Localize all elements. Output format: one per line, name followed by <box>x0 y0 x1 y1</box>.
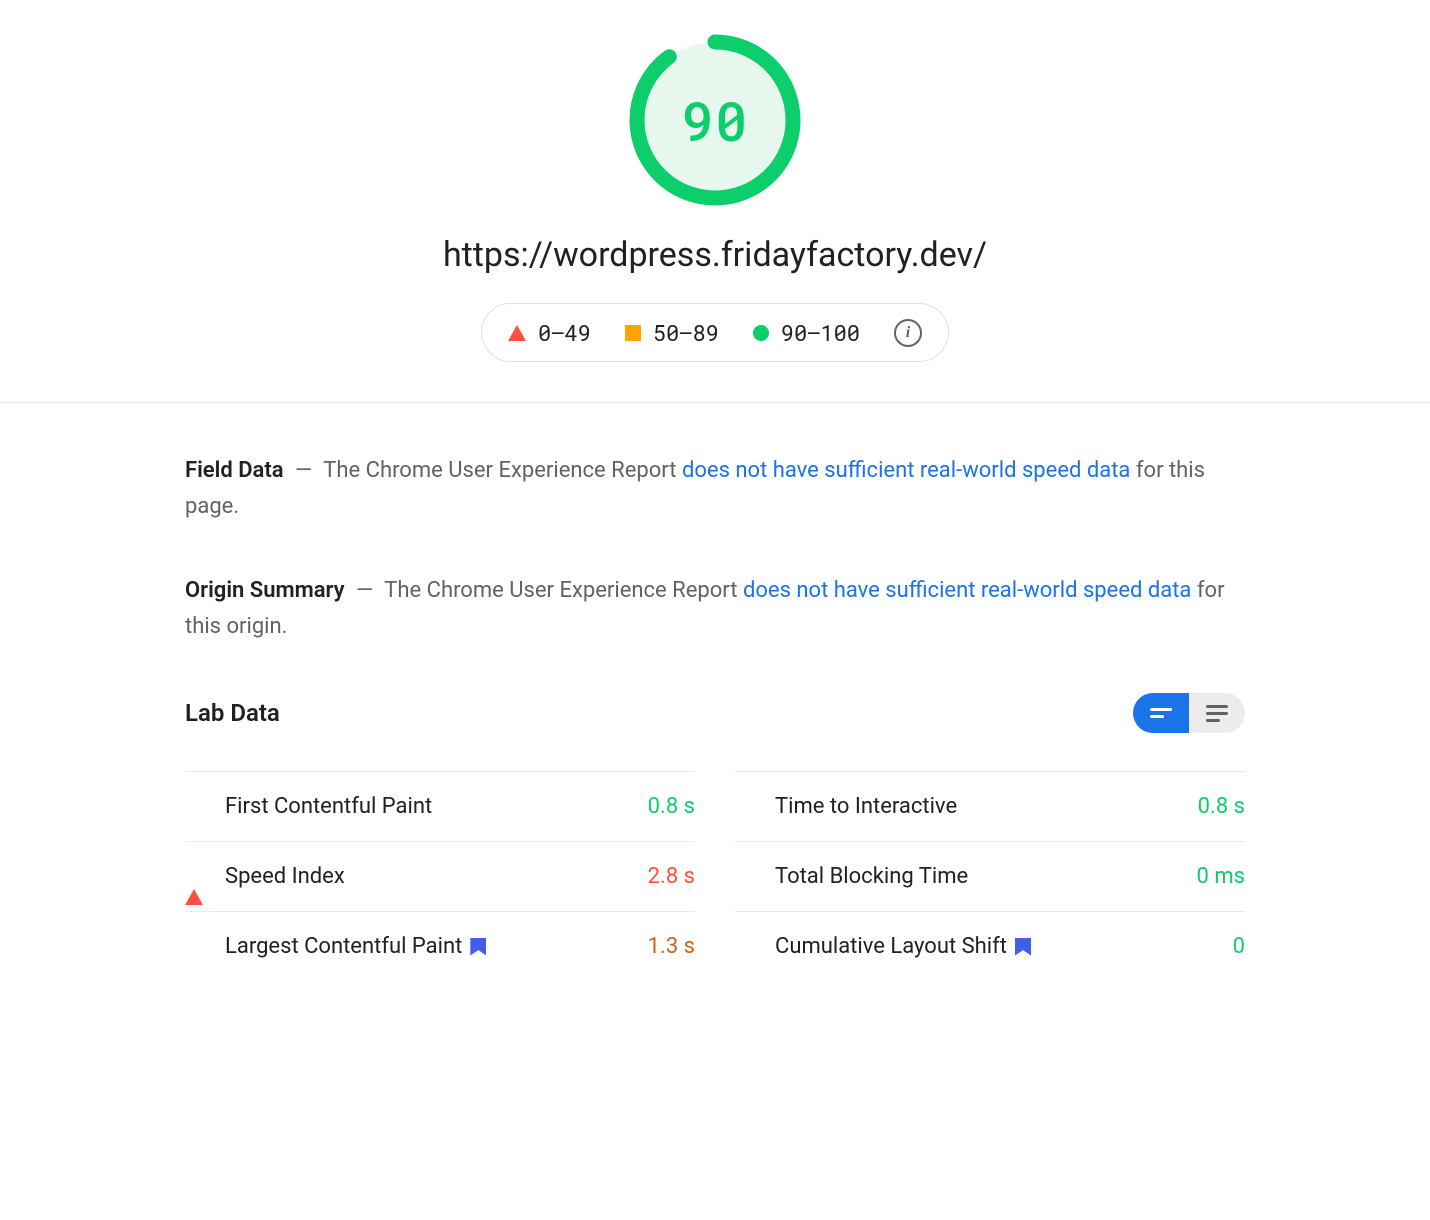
legend-poor: 0–49 <box>508 318 591 347</box>
metric-tti[interactable]: Time to Interactive 0.8 s <box>735 771 1245 841</box>
metric-cls[interactable]: Cumulative Layout Shift 0 <box>735 911 1245 981</box>
performance-gauge: 90 <box>625 30 805 210</box>
field-data-link[interactable]: does not have sufficient real-world spee… <box>682 458 1130 483</box>
metric-tti-value: 0.8 s <box>1198 794 1245 819</box>
field-data-title: Field Data <box>185 458 284 483</box>
origin-summary-link[interactable]: does not have sufficient real-world spee… <box>743 578 1191 603</box>
triangle-icon <box>185 864 203 905</box>
score-legend: 0–49 50–89 90–100 i <box>481 303 949 362</box>
metric-tti-label: Time to Interactive <box>775 794 1198 819</box>
lab-data-title: Lab Data <box>185 699 280 727</box>
score-header: 90 https://wordpress.fridayfactory.dev/ … <box>0 0 1430 403</box>
metric-si[interactable]: Speed Index 2.8 s <box>185 841 695 911</box>
view-toggle-expanded[interactable] <box>1189 693 1245 733</box>
audited-url: https://wordpress.fridayfactory.dev/ <box>0 235 1430 275</box>
list-icon <box>1206 705 1228 722</box>
bars-icon <box>1150 708 1172 718</box>
gauge-score-value: 90 <box>682 84 749 156</box>
lab-data-header: Lab Data <box>185 693 1245 733</box>
metric-cls-value: 0 <box>1233 934 1245 959</box>
legend-good-label: 90–100 <box>781 318 860 347</box>
metric-tbt-label: Total Blocking Time <box>775 864 1197 889</box>
flag-icon <box>470 938 486 956</box>
view-toggle-compact[interactable] <box>1133 693 1189 733</box>
field-data-prefix: The Chrome User Experience Report <box>323 458 676 483</box>
metric-lcp-value: 1.3 s <box>648 934 695 959</box>
info-icon[interactable]: i <box>894 319 922 347</box>
metric-lcp[interactable]: Largest Contentful Paint 1.3 s <box>185 911 695 981</box>
circle-icon <box>753 325 769 341</box>
legend-avg-label: 50–89 <box>653 318 719 347</box>
main-content: Field Data — The Chrome User Experience … <box>185 403 1245 1011</box>
legend-good: 90–100 <box>753 318 860 347</box>
metric-cls-label: Cumulative Layout Shift <box>775 934 1007 959</box>
metric-tbt-value: 0 ms <box>1197 864 1245 889</box>
metric-fcp[interactable]: First Contentful Paint 0.8 s <box>185 771 695 841</box>
metrics-grid: First Contentful Paint 0.8 s Time to Int… <box>185 771 1245 981</box>
square-icon <box>625 325 641 341</box>
metric-lcp-label: Largest Contentful Paint <box>225 934 462 959</box>
metric-fcp-value: 0.8 s <box>648 794 695 819</box>
legend-average: 50–89 <box>625 318 719 347</box>
metric-si-label: Speed Index <box>225 864 648 889</box>
origin-summary-text: Origin Summary — The Chrome User Experie… <box>185 573 1245 645</box>
legend-poor-label: 0–49 <box>538 318 591 347</box>
field-data-text: Field Data — The Chrome User Experience … <box>185 453 1245 525</box>
origin-summary-title: Origin Summary <box>185 578 345 603</box>
dash: — <box>350 578 379 603</box>
view-toggle <box>1133 693 1245 733</box>
origin-summary-prefix: The Chrome User Experience Report <box>384 578 737 603</box>
metric-si-value: 2.8 s <box>648 864 695 889</box>
metric-fcp-label: First Contentful Paint <box>225 794 648 819</box>
metric-tbt[interactable]: Total Blocking Time 0 ms <box>735 841 1245 911</box>
triangle-icon <box>508 325 526 341</box>
dash: — <box>289 458 318 483</box>
flag-icon <box>1015 938 1031 956</box>
